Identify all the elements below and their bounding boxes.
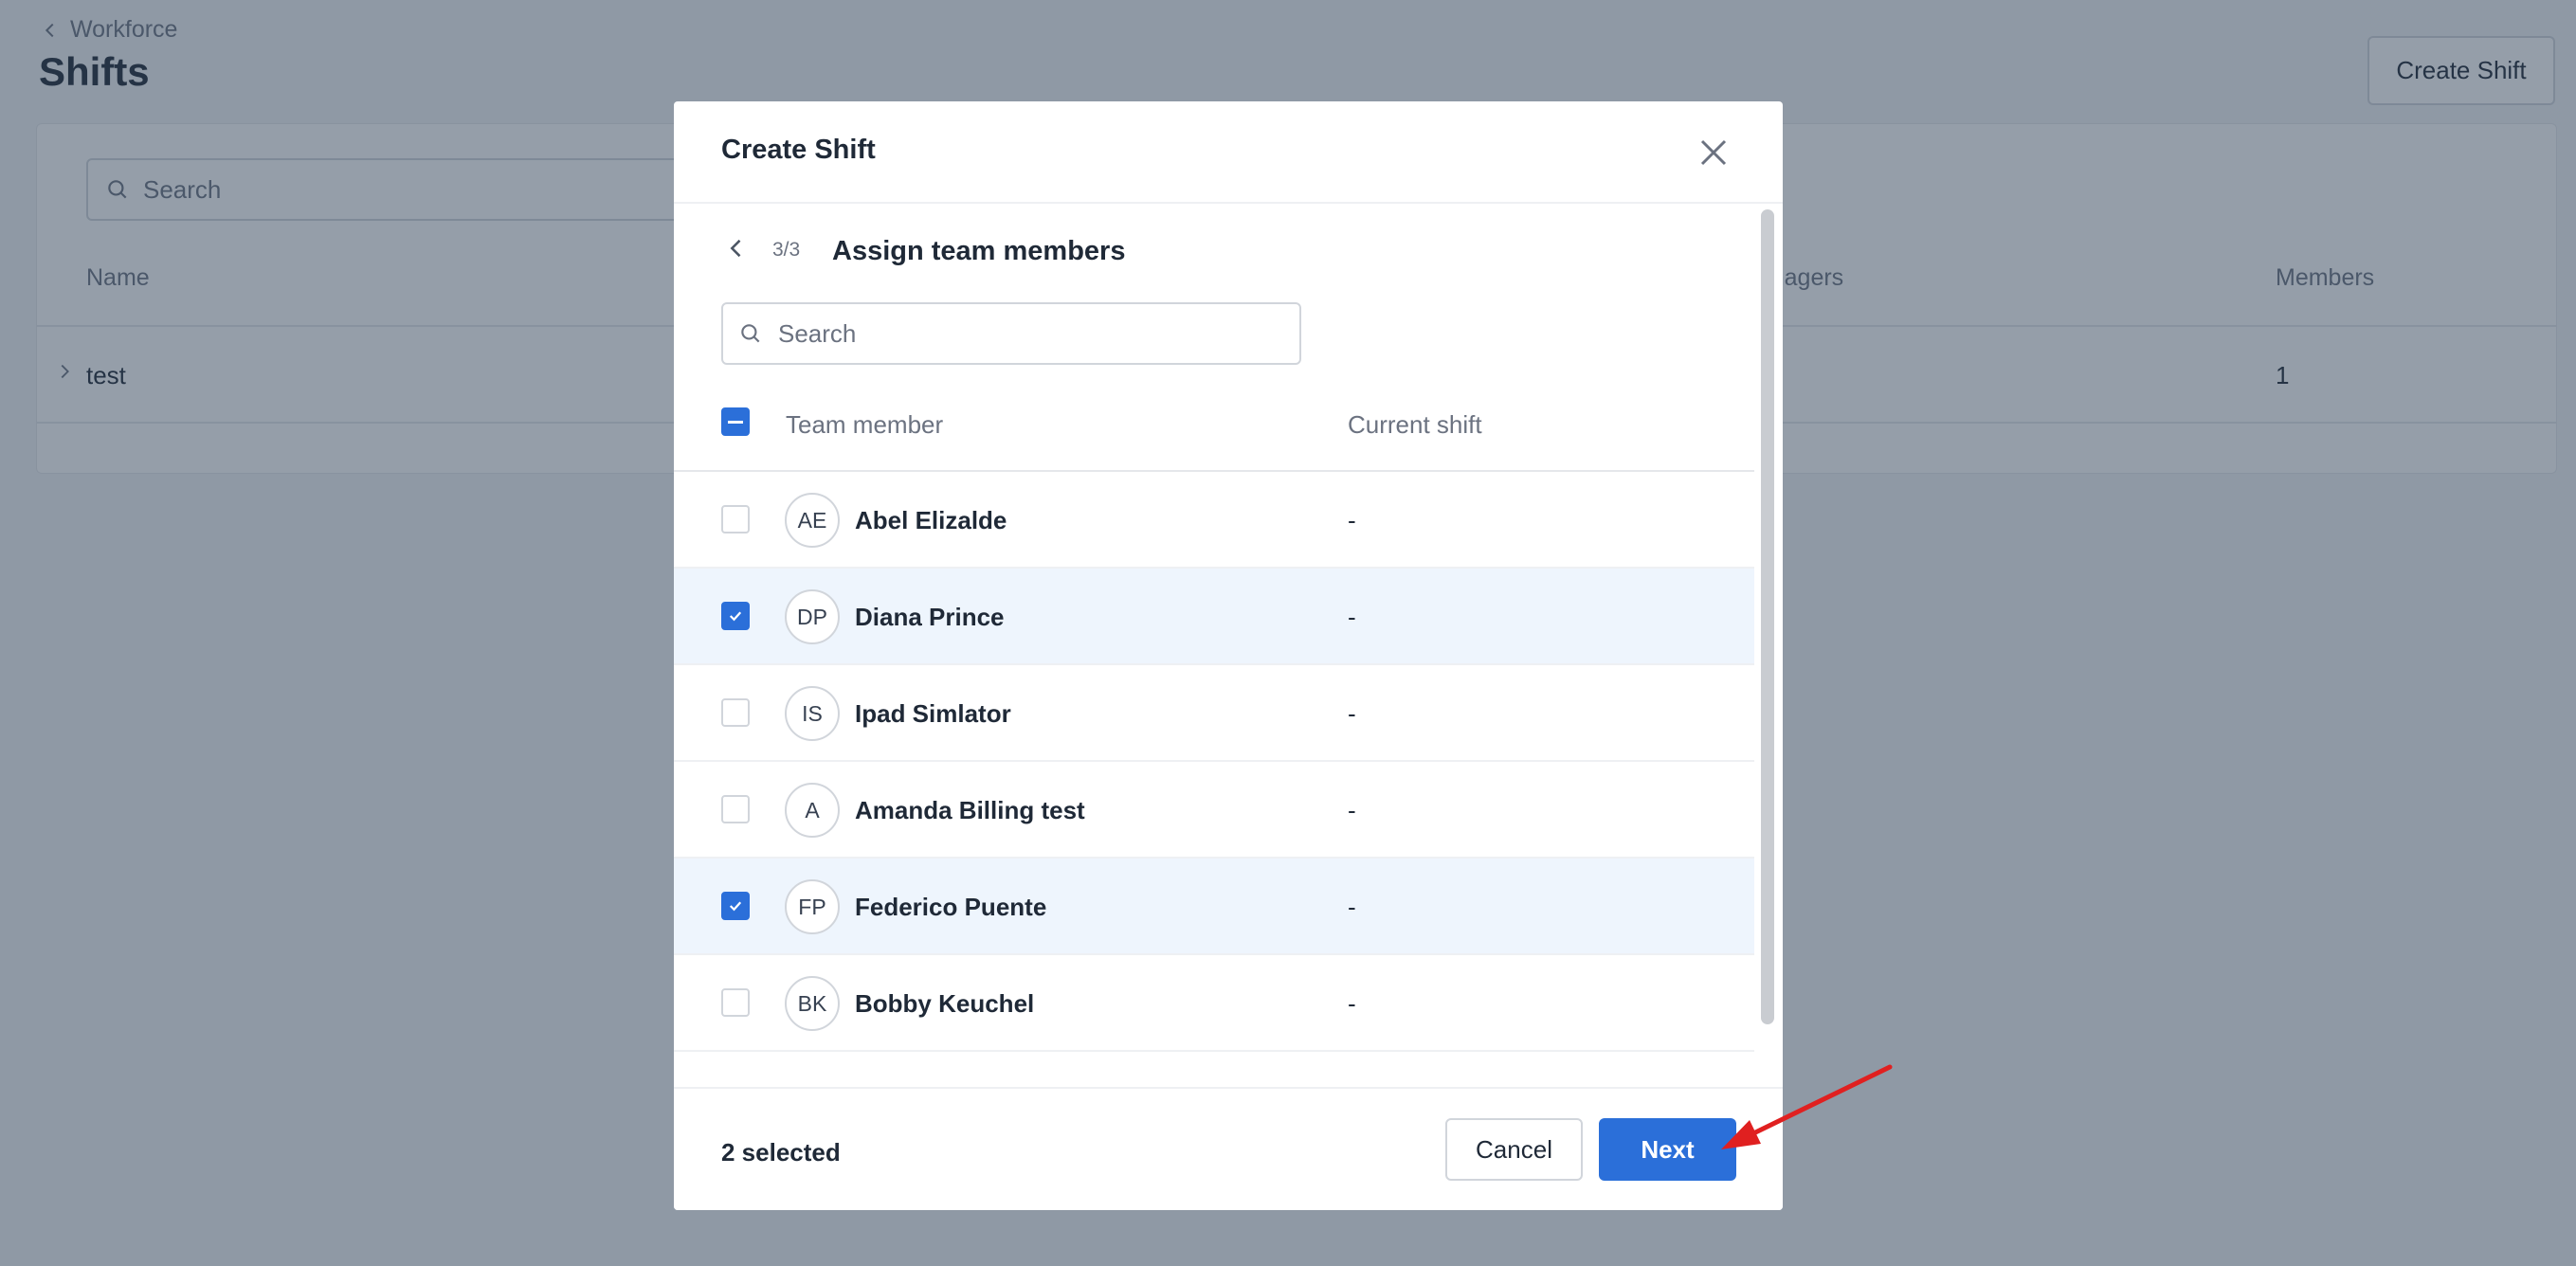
member-name: Amanda Billing test [855, 796, 1085, 824]
member-current-shift: - [1348, 989, 1356, 1018]
select-all-checkbox[interactable] [721, 407, 750, 436]
table-row[interactable]: AE Abel Elizalde - [674, 472, 1754, 569]
modal-scrollbar[interactable] [1758, 209, 1777, 1100]
close-button[interactable] [1690, 130, 1737, 177]
avatar: DP [785, 589, 840, 644]
column-header-team-member: Team member [786, 410, 944, 439]
member-name: Bobby Keuchel [855, 989, 1035, 1018]
row-checkbox[interactable] [721, 795, 750, 823]
step-title: Assign team members [832, 236, 1126, 266]
member-current-shift: - [1348, 603, 1356, 631]
row-checkbox[interactable] [721, 602, 750, 630]
row-checkbox[interactable] [721, 698, 750, 727]
scrollbar-thumb[interactable] [1761, 209, 1774, 1024]
cancel-button[interactable]: Cancel [1445, 1118, 1583, 1181]
table-row[interactable]: IS Ipad Simlator - [674, 665, 1754, 762]
table-row[interactable]: A Amanda Billing test - [674, 762, 1754, 859]
member-name: Ipad Simlator [855, 699, 1011, 728]
check-icon [729, 611, 742, 622]
member-current-shift: - [1348, 893, 1356, 921]
table-row[interactable]: FP Federico Puente - [674, 859, 1754, 955]
close-icon [1700, 139, 1727, 165]
avatar: AE [785, 493, 840, 548]
member-current-shift: - [1348, 506, 1356, 534]
create-shift-modal: Create Shift 3/3 Assign team members Tea… [674, 101, 1783, 1210]
member-current-shift: - [1348, 796, 1356, 824]
member-name: Diana Prince [855, 603, 1005, 631]
row-checkbox[interactable] [721, 988, 750, 1017]
annotation-arrow-icon [1721, 1064, 1893, 1149]
indeterminate-icon [728, 420, 743, 424]
modal-title: Create Shift [721, 135, 876, 165]
table-row[interactable]: BK Bobby Keuchel - [674, 955, 1754, 1052]
check-icon [729, 901, 742, 912]
member-name: Federico Puente [855, 893, 1047, 921]
avatar: FP [785, 879, 840, 934]
column-header-current-shift: Current shift [1348, 410, 1482, 439]
member-list[interactable]: AE Abel Elizalde - DP Diana Prince - IS … [674, 472, 1754, 1088]
modal-footer: 2 selected Cancel Next [674, 1087, 1783, 1210]
chevron-left-icon [730, 239, 741, 257]
row-checkbox[interactable] [721, 892, 750, 920]
member-search [721, 302, 1301, 365]
member-name: Abel Elizalde [855, 506, 1007, 534]
step-back-button[interactable] [719, 232, 753, 266]
step-counter: 3/3 [772, 239, 801, 261]
search-icon [741, 324, 760, 343]
table-row[interactable]: DP Diana Prince - [674, 569, 1754, 665]
avatar: BK [785, 976, 840, 1031]
row-checkbox[interactable] [721, 505, 750, 534]
avatar: IS [785, 686, 840, 741]
member-current-shift: - [1348, 699, 1356, 728]
avatar: A [785, 783, 840, 838]
member-search-input[interactable] [778, 318, 1290, 349]
modal-header: Create Shift [674, 101, 1783, 204]
selected-count: 2 selected [721, 1138, 841, 1167]
